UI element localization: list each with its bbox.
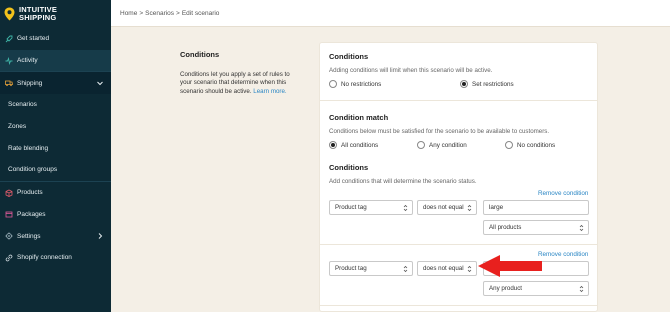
select-value: All products — [489, 224, 522, 231]
chevron-down-icon[interactable] — [96, 79, 104, 87]
sidebar-item-scenarios[interactable]: Scenarios — [0, 94, 111, 116]
breadcrumb: Home > Scenarios > Edit scenario — [111, 0, 670, 27]
condition-match-help: Conditions below must be satisfied for t… — [329, 128, 550, 135]
package-icon — [5, 210, 13, 218]
radio-label: All conditions — [341, 141, 379, 149]
gear-icon — [5, 232, 13, 240]
sidebar-item-label: Shipping — [17, 79, 43, 87]
select-caret-icon — [467, 204, 472, 212]
conditions-header: Conditions Adding conditions will limit … — [329, 52, 588, 74]
conditions-card: Conditions Adding conditions will limit … — [319, 42, 598, 312]
breadcrumb-separator: > — [139, 9, 144, 17]
select-caret-icon — [579, 285, 584, 293]
sidebar-item-label: Products — [17, 189, 43, 197]
condition-match-section: Condition match Conditions below must be… — [329, 113, 588, 135]
radio-any-condition[interactable]: Any condition — [417, 141, 467, 149]
radio-label: Any condition — [429, 141, 467, 149]
radio-button[interactable] — [417, 141, 425, 149]
sidebar-item-shipping[interactable]: Shipping — [0, 72, 111, 95]
condition-value-input[interactable]: large — [483, 200, 589, 215]
learn-more-link[interactable]: Learn more. — [253, 88, 286, 95]
activity-icon — [5, 56, 13, 65]
sidebar-item-packages[interactable]: Packages — [0, 204, 111, 226]
select-value: Any product — [489, 285, 523, 292]
section-description: Conditions Conditions let you apply a se… — [180, 50, 290, 96]
sidebar-item-label: Rate blending — [8, 144, 49, 152]
radio-set-restrictions[interactable]: Set restrictions — [460, 80, 514, 88]
sidebar-item-label: Scenarios — [8, 101, 37, 109]
radio-button[interactable] — [329, 80, 337, 88]
condition-field-select[interactable]: Product tag — [329, 200, 413, 215]
conditions-list-title: Conditions — [329, 163, 369, 172]
brand-name: INTUITIVE SHIPPING — [19, 6, 57, 22]
radio-button[interactable] — [329, 141, 337, 149]
breadcrumb-separator: > — [176, 9, 180, 17]
breadcrumb-current: Edit scenario — [181, 9, 220, 17]
section-description-text: Conditions let you apply a set of rules … — [180, 71, 290, 96]
radio-all-conditions[interactable]: All conditions — [329, 141, 378, 149]
condition-scope-select[interactable]: Any product — [483, 281, 589, 296]
sidebar-item-zones[interactable]: Zones — [0, 116, 111, 138]
condition-operator-select[interactable]: does not equal — [417, 200, 477, 215]
radio-no-conditions[interactable]: No conditions — [505, 141, 555, 149]
remove-condition-link[interactable]: Remove condition — [538, 190, 588, 197]
sidebar-item-label: Activity — [17, 57, 38, 65]
sidebar-nav: Get started Activity Shipping Scenarios … — [0, 28, 111, 269]
rocket-icon — [5, 35, 13, 43]
sidebar-item-activity[interactable]: Activity — [0, 49, 111, 72]
radio-button[interactable] — [460, 80, 468, 88]
breadcrumb-scenarios[interactable]: Scenarios — [145, 10, 174, 17]
conditions-title: Conditions — [329, 52, 369, 61]
sidebar-item-label: Zones — [8, 123, 27, 131]
sidebar-item-label: Settings — [17, 232, 41, 240]
condition-operator-select[interactable]: does not equal — [417, 261, 477, 276]
select-value: does not equal — [423, 265, 464, 272]
select-caret-icon — [403, 265, 408, 273]
sidebar-item-label: Condition groups — [8, 166, 58, 174]
conditions-list-help: Add conditions that will determine the s… — [329, 178, 477, 185]
sidebar-item-settings[interactable]: Settings — [0, 225, 111, 247]
sidebar-item-label: Packages — [17, 210, 46, 218]
select-value: does not equal — [423, 204, 464, 211]
sidebar-item-get-started[interactable]: Get started — [0, 28, 111, 50]
select-value: Product tag — [335, 204, 367, 211]
select-caret-icon — [467, 265, 472, 273]
radio-label: Set restrictions — [472, 80, 514, 88]
radio-no-restrictions[interactable]: No restrictions — [329, 80, 381, 88]
condition-scope-select[interactable]: All products — [483, 220, 589, 235]
select-value: Product tag — [335, 265, 367, 272]
radio-label: No conditions — [517, 141, 556, 149]
input-value: large — [489, 204, 504, 211]
box-icon — [5, 189, 13, 197]
condition-match-title: Condition match — [329, 113, 389, 122]
sidebar-item-label: Shopify connection — [17, 254, 72, 262]
sidebar: INTUITIVE SHIPPING Get started Activity … — [0, 0, 111, 312]
radio-label: No restrictions — [341, 80, 382, 88]
annotation-arrow-icon — [478, 255, 542, 277]
remove-condition-link[interactable]: Remove condition — [538, 251, 588, 258]
sidebar-item-rate-blending[interactable]: Rate blending — [0, 137, 111, 159]
conditions-help: Adding conditions will limit when this s… — [329, 67, 493, 74]
link-icon — [5, 254, 13, 262]
brand-line-2: SHIPPING — [19, 13, 57, 22]
brand-logo[interactable]: INTUITIVE SHIPPING — [0, 0, 111, 28]
chevron-right-icon[interactable] — [96, 232, 104, 240]
breadcrumb-home[interactable]: Home — [120, 10, 137, 17]
conditions-list-header: Conditions Add conditions that will dete… — [329, 163, 588, 185]
select-caret-icon — [403, 204, 408, 212]
truck-icon — [5, 79, 13, 87]
location-pin-icon — [4, 7, 15, 21]
radio-button[interactable] — [505, 141, 513, 149]
sidebar-item-label: Get started — [17, 35, 50, 43]
condition-field-select[interactable]: Product tag — [329, 261, 413, 276]
sidebar-item-products[interactable]: Products — [0, 182, 111, 204]
select-caret-icon — [579, 224, 584, 232]
sidebar-item-shopify-connection[interactable]: Shopify connection — [0, 247, 111, 269]
section-title: Conditions — [180, 50, 220, 59]
sidebar-item-condition-groups[interactable]: Condition groups — [0, 159, 111, 181]
